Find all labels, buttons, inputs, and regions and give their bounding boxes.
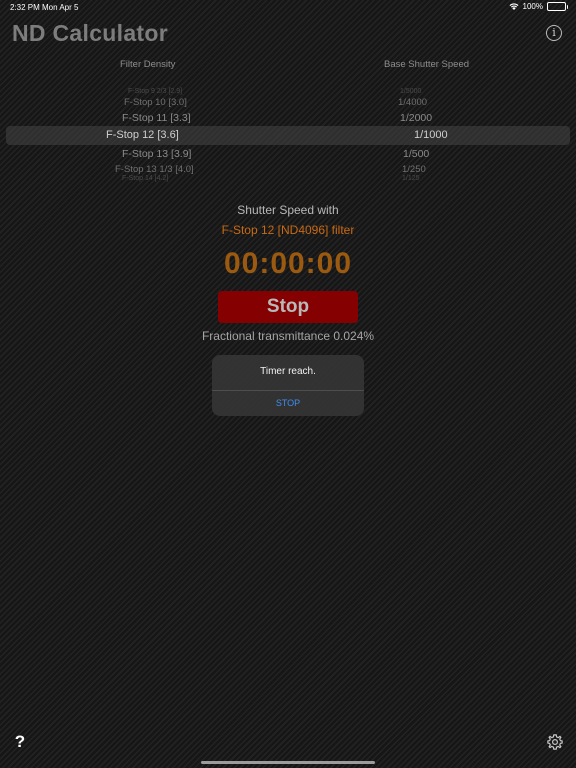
base-shutter-speed-header: Base Shutter Speed [384, 59, 470, 70]
filter-label: F-Stop 12 [ND4096] filter [221, 223, 355, 237]
picker-shutter-item[interactable]: 1/4000 [398, 97, 427, 108]
picker-density-item[interactable]: F-Stop 10 [3.0] [124, 97, 187, 108]
picker-shutter-item[interactable]: 1/2000 [400, 112, 432, 124]
timer-alert: Timer reach. STOP [212, 355, 364, 416]
wifi-icon [509, 3, 519, 10]
picker-density-item[interactable]: F-Stop 9 2/3 [2.9] [128, 88, 182, 95]
status-bar: 2:32 PM Mon Apr 5 100% [0, 0, 576, 14]
picker-density-item[interactable]: F-Stop 13 [3.9] [122, 148, 191, 160]
home-indicator [201, 761, 375, 764]
timer-display: 00:00:00 [223, 247, 353, 280]
status-time: 2:32 PM [10, 3, 40, 12]
alert-message: Timer reach. [260, 366, 316, 377]
transmittance-text: Fractional transmittance 0.024% [201, 329, 375, 343]
picker-selection-highlight [6, 126, 570, 145]
stop-button[interactable]: Stop [218, 291, 358, 323]
app-title: ND Calculator [12, 20, 168, 46]
picker-density-item-selected[interactable]: F-Stop 12 [3.6] [106, 129, 179, 141]
info-icon[interactable]: i [546, 25, 562, 41]
alert-stop-button[interactable]: STOP [212, 391, 364, 416]
picker-density-item[interactable]: F-Stop 11 [3.3] [122, 112, 191, 124]
battery-percent: 100% [522, 2, 543, 11]
picker-shutter-item[interactable]: 1/5000 [400, 88, 421, 95]
picker-density-item[interactable]: F-Stop 14 [4.2] [122, 175, 168, 182]
status-indicators: 100% [509, 2, 568, 11]
filter-density-header: Filter Density [120, 59, 176, 70]
picker-density-item[interactable]: F-Stop 13 1/3 [4.0] [115, 164, 194, 175]
battery-icon [547, 2, 568, 11]
picker-shutter-item[interactable]: 1/500 [403, 148, 429, 160]
picker-shutter-item[interactable]: 1/125 [402, 175, 420, 182]
help-icon[interactable]: ? [10, 732, 30, 752]
gear-icon[interactable] [546, 733, 564, 751]
picker-shutter-item-selected[interactable]: 1/1000 [414, 129, 448, 141]
picker-shutter-item[interactable]: 1/250 [402, 164, 426, 175]
status-date: Mon Apr 5 [42, 3, 79, 12]
shutter-speed-label: Shutter Speed with [237, 203, 339, 217]
